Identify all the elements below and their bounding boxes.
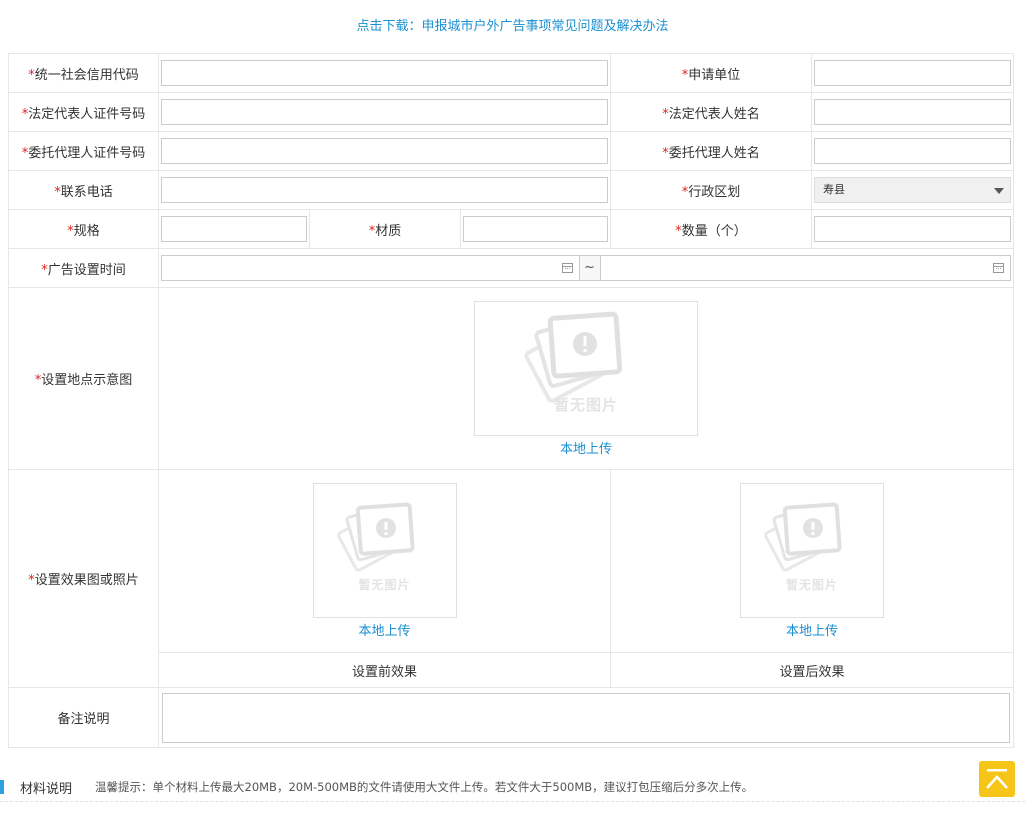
quantity-input[interactable] — [814, 216, 1012, 242]
no-image-text: 暂无图片 — [553, 395, 618, 414]
district-label: *行政区划 — [610, 170, 813, 210]
back-to-top-icon — [986, 769, 1008, 789]
spec-label: *规格 — [8, 209, 159, 249]
no-image-text: 暂无图片 — [786, 578, 839, 592]
remark-label: 备注说明 — [8, 687, 159, 748]
site-map-image-placeholder: 暂无图片 — [474, 300, 698, 436]
materials-title: 材料说明 — [20, 782, 73, 797]
calendar-icon[interactable] — [561, 263, 573, 273]
before-upload-link[interactable]: 本地上传 — [159, 620, 610, 639]
site-map-upload-link[interactable]: 本地上传 — [159, 438, 1013, 457]
before-effect-caption: 设置前效果 — [157, 652, 612, 688]
agent-id-input[interactable] — [161, 138, 609, 164]
applicant-input[interactable] — [814, 60, 1012, 86]
phone-label: *联系电话 — [8, 170, 159, 210]
application-form: *统一社会信用代码 *申请单位 *法定代表人证件号码 *法定代表人姓名 *委托代… — [8, 53, 1015, 748]
credit-code-input[interactable] — [161, 60, 609, 86]
before-image-placeholder: 暂无图片 — [312, 483, 457, 618]
calendar-icon[interactable] — [993, 263, 1005, 273]
start-date-input[interactable] — [161, 255, 580, 281]
after-upload-link[interactable]: 本地上传 — [611, 620, 1013, 639]
district-select[interactable]: 寿县 — [814, 177, 1012, 203]
materials-section: 材料说明 温馨提示：单个材料上传最大20MB，20M-500MB的文件请使用大文… — [0, 772, 1025, 802]
legal-name-label: *法定代表人姓名 — [610, 92, 813, 132]
legal-id-input[interactable] — [161, 99, 609, 125]
agent-id-label: *委托代理人证件号码 — [8, 131, 159, 171]
remark-textarea[interactable] — [162, 692, 1010, 743]
site-map-label: *设置地点示意图 — [8, 287, 159, 470]
end-date-input[interactable] — [599, 255, 1012, 281]
material-input[interactable] — [463, 216, 609, 242]
district-value: 寿县 — [823, 183, 846, 196]
legal-name-input[interactable] — [814, 99, 1012, 125]
date-range-separator: ~ — [579, 255, 600, 281]
ad-time-label: *广告设置时间 — [8, 248, 159, 288]
back-to-top-button[interactable] — [979, 761, 1015, 797]
spec-input[interactable] — [161, 216, 307, 242]
materials-hint: 温馨提示：单个材料上传最大20MB，20M-500MB的文件请使用大文件上传。若… — [95, 780, 754, 794]
agent-name-label: *委托代理人姓名 — [610, 131, 813, 171]
section-marker — [0, 780, 4, 794]
quantity-label: *数量（个） — [610, 209, 813, 249]
material-label: *材质 — [309, 209, 461, 249]
applicant-label: *申请单位 — [610, 53, 813, 93]
after-effect-caption: 设置后效果 — [610, 652, 1015, 688]
legal-id-label: *法定代表人证件号码 — [8, 92, 159, 132]
after-image-placeholder: 暂无图片 — [740, 483, 885, 618]
phone-input[interactable] — [161, 177, 609, 203]
agent-name-input[interactable] — [814, 138, 1012, 164]
no-image-text: 暂无图片 — [358, 578, 411, 592]
dropdown-arrow-icon[interactable] — [988, 178, 1010, 202]
effect-label: *设置效果图或照片 — [8, 469, 159, 688]
download-faq-link[interactable]: 点击下载：申报城市户外广告事项常见问题及解决办法 — [0, 15, 1025, 34]
credit-code-label: *统一社会信用代码 — [8, 53, 159, 93]
